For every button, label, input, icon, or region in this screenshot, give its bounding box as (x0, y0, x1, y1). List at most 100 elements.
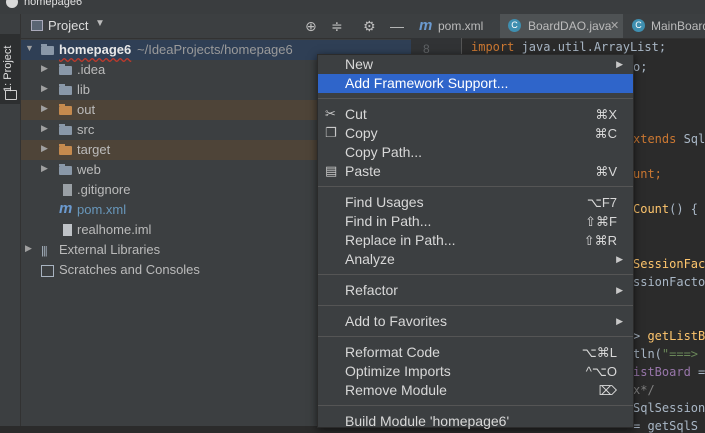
code-line: > getListBo (633, 329, 705, 343)
window-title: homepage6 (24, 0, 83, 8)
code-line: SessionFacto (633, 257, 705, 271)
tree-item-label: realhome.iml (77, 222, 152, 237)
project-panel-title[interactable]: Project (48, 18, 88, 33)
menu-item-label: Cut (345, 106, 367, 122)
menu-item-shortcut: ^⌥O (585, 364, 617, 379)
gear-icon[interactable]: ⚙ (363, 18, 376, 35)
menu-item-refactor[interactable]: Refactor ▶ (318, 281, 633, 300)
project-tool-tab-label: 1: Project (2, 45, 14, 92)
menu-item-label: Copy Path... (345, 144, 423, 160)
minimize-icon[interactable]: — (390, 18, 404, 34)
tab-mainboard[interactable]: C MainBoard (624, 14, 705, 38)
chevron-down-icon[interactable]: ▼ (25, 43, 34, 53)
menu-item-label: Refactor (345, 282, 398, 298)
tool-window-strip: 1: Project (0, 14, 21, 426)
menu-item-label: Reformat Code (345, 344, 440, 360)
folder-icon (59, 124, 72, 135)
code-line: o; (633, 60, 648, 74)
menu-item-label: Paste (345, 163, 381, 179)
menu-item-shortcut: ⌥⌘L (581, 345, 617, 360)
menu-item-label: Analyze (345, 251, 395, 267)
tree-item-label: .gitignore (77, 182, 131, 197)
project-view-icon (31, 20, 43, 31)
submenu-arrow-icon: ▶ (616, 59, 623, 69)
tree-item-label: pom.xml (77, 202, 127, 217)
submenu-arrow-icon: ▶ (616, 254, 623, 264)
tree-item-label: External Libraries (59, 242, 161, 257)
tree-item-label: src (77, 122, 95, 137)
chevron-right-icon[interactable]: ▶ (25, 243, 32, 254)
menu-separator (318, 336, 633, 337)
folder-icon (59, 64, 72, 75)
java-class-icon: C (632, 19, 645, 32)
menu-item-label: Find in Path... (345, 213, 432, 229)
project-panel-header: Project ▼ ⊕ ≑ ⚙ — (21, 14, 411, 39)
menu-separator (318, 405, 633, 406)
chevron-right-icon[interactable]: ▶ (41, 163, 48, 174)
menu-item-optimize-imports[interactable]: Optimize Imports ^⌥O (318, 362, 633, 381)
menu-item-replace-in-path[interactable]: Replace in Path... ⇧⌘R (318, 231, 633, 250)
menu-item-label: Optimize Imports (345, 363, 451, 379)
locate-target-icon[interactable]: ⊕ (305, 18, 317, 35)
chevron-right-icon[interactable]: ▶ (41, 103, 48, 114)
menu-item-new[interactable]: New ▶ (318, 55, 633, 74)
menu-item-cut[interactable]: ✂ Cut ⌘X (318, 105, 633, 124)
copy-icon: ❐ (325, 125, 337, 140)
menu-item-shortcut: ⌦ (598, 383, 617, 398)
close-icon[interactable]: ✕ (610, 19, 619, 32)
menu-item-label: Remove Module (345, 382, 447, 398)
tree-item-label: .idea (77, 62, 106, 77)
menu-item-shortcut: ⌘X (595, 107, 617, 122)
window-close-button[interactable] (6, 0, 18, 8)
maven-icon: m (419, 17, 433, 34)
menu-item-label: Build Module 'homepage6' (345, 413, 510, 429)
tab-boarddao-java[interactable]: C BoardDAO.java ✕ (500, 14, 623, 38)
menu-item-label: Add Framework Support... (345, 75, 509, 91)
menu-item-reformat-code[interactable]: Reformat Code ⌥⌘L (318, 343, 633, 362)
chevron-right-icon[interactable]: ▶ (41, 123, 48, 134)
menu-item-find-usages[interactable]: Find Usages ⌥F7 (318, 193, 633, 212)
tab-pom-xml[interactable]: m pom.xml (411, 14, 499, 38)
code-line: xtends SqlS (633, 132, 705, 146)
code-line: tln("===> M (633, 347, 699, 361)
menu-item-remove-module[interactable]: Remove Module ⌦ (318, 381, 633, 400)
menu-item-add-framework-support[interactable]: Add Framework Support... (318, 74, 633, 93)
menu-item-label: New (345, 56, 374, 72)
libraries-icon: ||| (41, 245, 48, 257)
menu-item-analyze[interactable]: Analyze ▶ (318, 250, 633, 269)
menu-item-copy[interactable]: ❐ Copy ⌘C (318, 124, 633, 143)
menu-item-shortcut: ⇧⌘R (583, 233, 617, 248)
code-line: ssionFactory (633, 275, 705, 289)
menu-item-shortcut: ⇧⌘F (585, 214, 617, 229)
menu-item-shortcut: ⌘C (594, 126, 617, 141)
menu-item-add-to-favorites[interactable]: Add to Favorites ▶ (318, 312, 633, 331)
menu-separator (318, 305, 633, 306)
tree-item-label: Scratches and Consoles (59, 262, 200, 277)
menu-item-paste[interactable]: ▤ Paste ⌘V (318, 162, 633, 181)
menu-item-label: Add to Favorites (345, 313, 447, 329)
folder-icon (59, 84, 72, 95)
tree-item-label: web (77, 162, 101, 177)
scratches-icon (41, 265, 54, 277)
submenu-arrow-icon: ▶ (616, 285, 623, 295)
tree-item-label: target (77, 142, 111, 157)
menu-item-find-in-path[interactable]: Find in Path... ⇧⌘F (318, 212, 633, 231)
tab-label: MainBoard (651, 19, 705, 33)
submenu-arrow-icon: ▶ (616, 316, 623, 326)
tree-item-path: ~/IdeaProjects/homepage6 (137, 42, 293, 57)
code-line: import java.util.ArrayList; (471, 40, 667, 54)
clipboard-icon: ▤ (325, 163, 338, 178)
chevron-down-icon[interactable]: ▼ (95, 18, 105, 29)
tab-label: pom.xml (438, 19, 484, 33)
project-tool-tab[interactable]: 1: Project (0, 34, 20, 104)
chevron-right-icon[interactable]: ▶ (41, 143, 48, 154)
module-folder-icon (41, 44, 54, 55)
menu-item-build-module[interactable]: Build Module 'homepage6' (318, 412, 633, 431)
menu-item-copy-path[interactable]: Copy Path... (318, 143, 633, 162)
collapse-all-icon[interactable]: ≑ (331, 18, 343, 35)
chevron-right-icon[interactable]: ▶ (41, 83, 48, 94)
code-line: unt; (633, 167, 662, 181)
maven-icon: m (59, 200, 73, 217)
code-line: istBoard = (633, 365, 705, 379)
chevron-right-icon[interactable]: ▶ (41, 63, 48, 74)
